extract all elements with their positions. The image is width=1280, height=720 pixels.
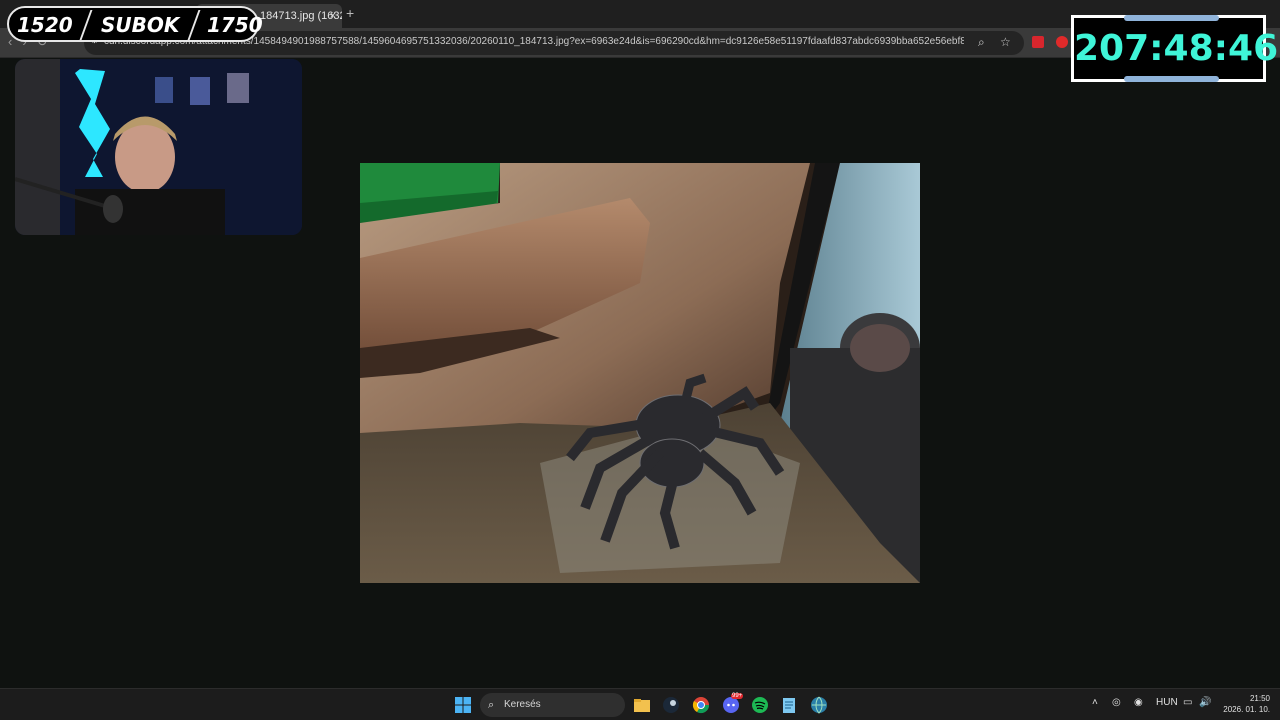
tab-close-icon[interactable]: ×	[330, 4, 336, 28]
volume-icon[interactable]: 🔊	[1199, 697, 1211, 708]
timer-accent-top	[1124, 15, 1219, 21]
globe-app-icon[interactable]	[810, 696, 828, 714]
system-clock[interactable]: 21:50 2026. 01. 10.	[1223, 693, 1270, 715]
clock-date: 2026. 01. 10.	[1223, 705, 1270, 714]
language-indicator[interactable]: HUN	[1156, 697, 1178, 708]
timer-accent-bottom	[1124, 76, 1219, 82]
discord-badge: 99+	[731, 693, 744, 699]
taskbar-search[interactable]: ⌕ Keresés	[480, 693, 625, 717]
network-icon[interactable]: ▭	[1183, 697, 1192, 708]
search-placeholder: Keresés	[504, 699, 541, 710]
zoom-icon[interactable]: ⌕	[978, 35, 985, 50]
steam-icon[interactable]	[662, 696, 680, 714]
timer-text: 207:48:46	[1074, 28, 1279, 69]
clock-time: 21:50	[1249, 694, 1270, 703]
screen: 260110_184713.jpg (16320× × + ‹›↻ ⚙ cdn.…	[0, 0, 1280, 720]
webcam-svg	[15, 59, 302, 235]
tray-discord-icon[interactable]: ◉	[1134, 697, 1143, 708]
chrome-icon[interactable]	[692, 696, 710, 714]
sub-goal-label: SUBOK	[101, 13, 180, 37]
notepad-icon[interactable]	[780, 696, 798, 714]
extension-icon[interactable]	[1032, 36, 1044, 48]
current-sub-count: 1520	[17, 13, 73, 37]
extension-record-icon[interactable]	[1056, 36, 1068, 48]
sub-goal-target: 1750	[207, 13, 263, 37]
tray-app-icon[interactable]: ◎	[1112, 697, 1121, 708]
bookmark-star-icon[interactable]: ☆	[1000, 35, 1011, 49]
divider	[79, 10, 93, 40]
subathon-timer: 207:48:46	[1071, 15, 1278, 82]
search-icon: ⌕	[488, 699, 495, 711]
photo-svg	[360, 163, 920, 583]
file-explorer-icon[interactable]	[633, 696, 651, 714]
taskbar: ⌕ Keresés 99+ ˄ ◎ ◉ HUN ▭ 🔊 21:50 2026. …	[0, 688, 1280, 720]
windows-start-icon[interactable]	[454, 696, 472, 714]
divider	[187, 10, 201, 40]
new-tab-button[interactable]: +	[346, 5, 354, 21]
tarantula-photo	[360, 163, 920, 583]
tray-expand-icon[interactable]: ˄	[1092, 697, 1098, 708]
sub-goal-bar: 1520 SUBOK 1750	[7, 6, 263, 42]
webcam-feed	[15, 59, 302, 235]
spotify-icon[interactable]	[751, 696, 769, 714]
